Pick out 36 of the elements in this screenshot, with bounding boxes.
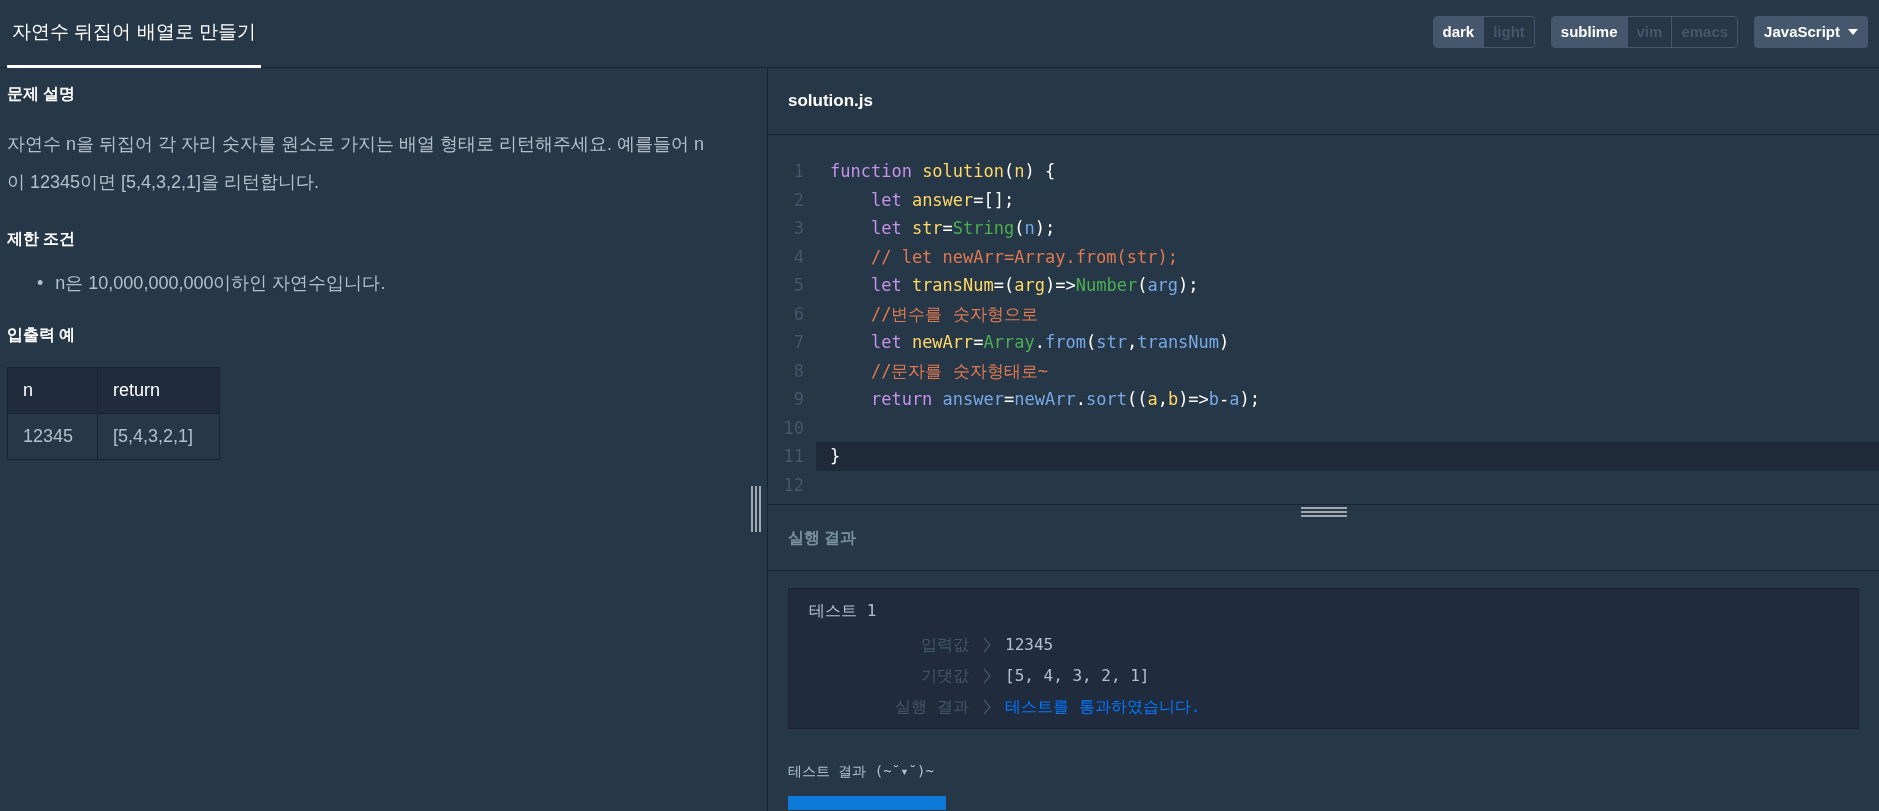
resize-handle[interactable] [1300,506,1347,518]
chevron-icon [983,636,991,653]
code-line: let str=String(n); [869,217,1057,240]
bullet-text: • [37,272,44,296]
test-title: 테스트 1 [809,600,878,622]
language-dropdown[interactable]: JavaScript [1754,15,1868,49]
constraint-item: n은 10,000,000,000이하인 자연수입니다. [55,272,386,296]
file-name: solution.js [768,68,1879,135]
section-heading: 문제 설명 [7,84,77,104]
table-cell: [5,4,3,2,1] [97,413,220,460]
code-line: // let newArr=Array.from(str); [869,245,1179,269]
code-line: //변수를 숫자형으로 [869,302,1039,326]
chevron-icon [983,698,991,715]
description-text: 자연수 n을 뒤집어 각 자리 숫자를 원소로 가지는 배열 형태로 리턴해주세요. 예를들어 n이 12345이면 [5,4,3,2,1]을 리턴합니다. [7,133,706,195]
resize-handle[interactable] [750,486,762,532]
code-line: return answer=newArr.sort((a,b)=>b-a); [869,388,1262,411]
code-line: let newArr=Array.from(str,transNum) [869,331,1231,354]
code-line: let transNum=(arg)=>Number(arg); [869,274,1200,297]
result-value: 12345 [1005,633,1054,656]
results-title: 실행 결과 [768,505,1879,571]
chevron-icon [983,667,991,684]
code-line: //문자를 숫자형태로~ [869,359,1049,383]
summary-text: 테스트 결과 (~˘▾˘)~ [788,762,935,781]
caret-icon [1848,29,1858,35]
problem-tab[interactable]: 자연수 뒤집어 배열로 만들기 [7,0,261,68]
table-header: return [97,367,220,414]
table-header: n [7,367,98,414]
code-line: let answer=[]; [869,188,1016,212]
section-heading: 입출력 예 [7,325,77,345]
result-value: 테스트를 통과하였습니다. [1005,695,1201,718]
keymap-option[interactable]: sublime [1551,16,1627,48]
table-cell: 12345 [7,413,98,460]
result-value: [5, 4, 3, 2, 1] [1005,664,1150,687]
theme-option[interactable]: dark [1433,16,1484,48]
code-line: function solution(n) { [829,160,1057,183]
section-heading: 제한 조건 [7,229,77,249]
